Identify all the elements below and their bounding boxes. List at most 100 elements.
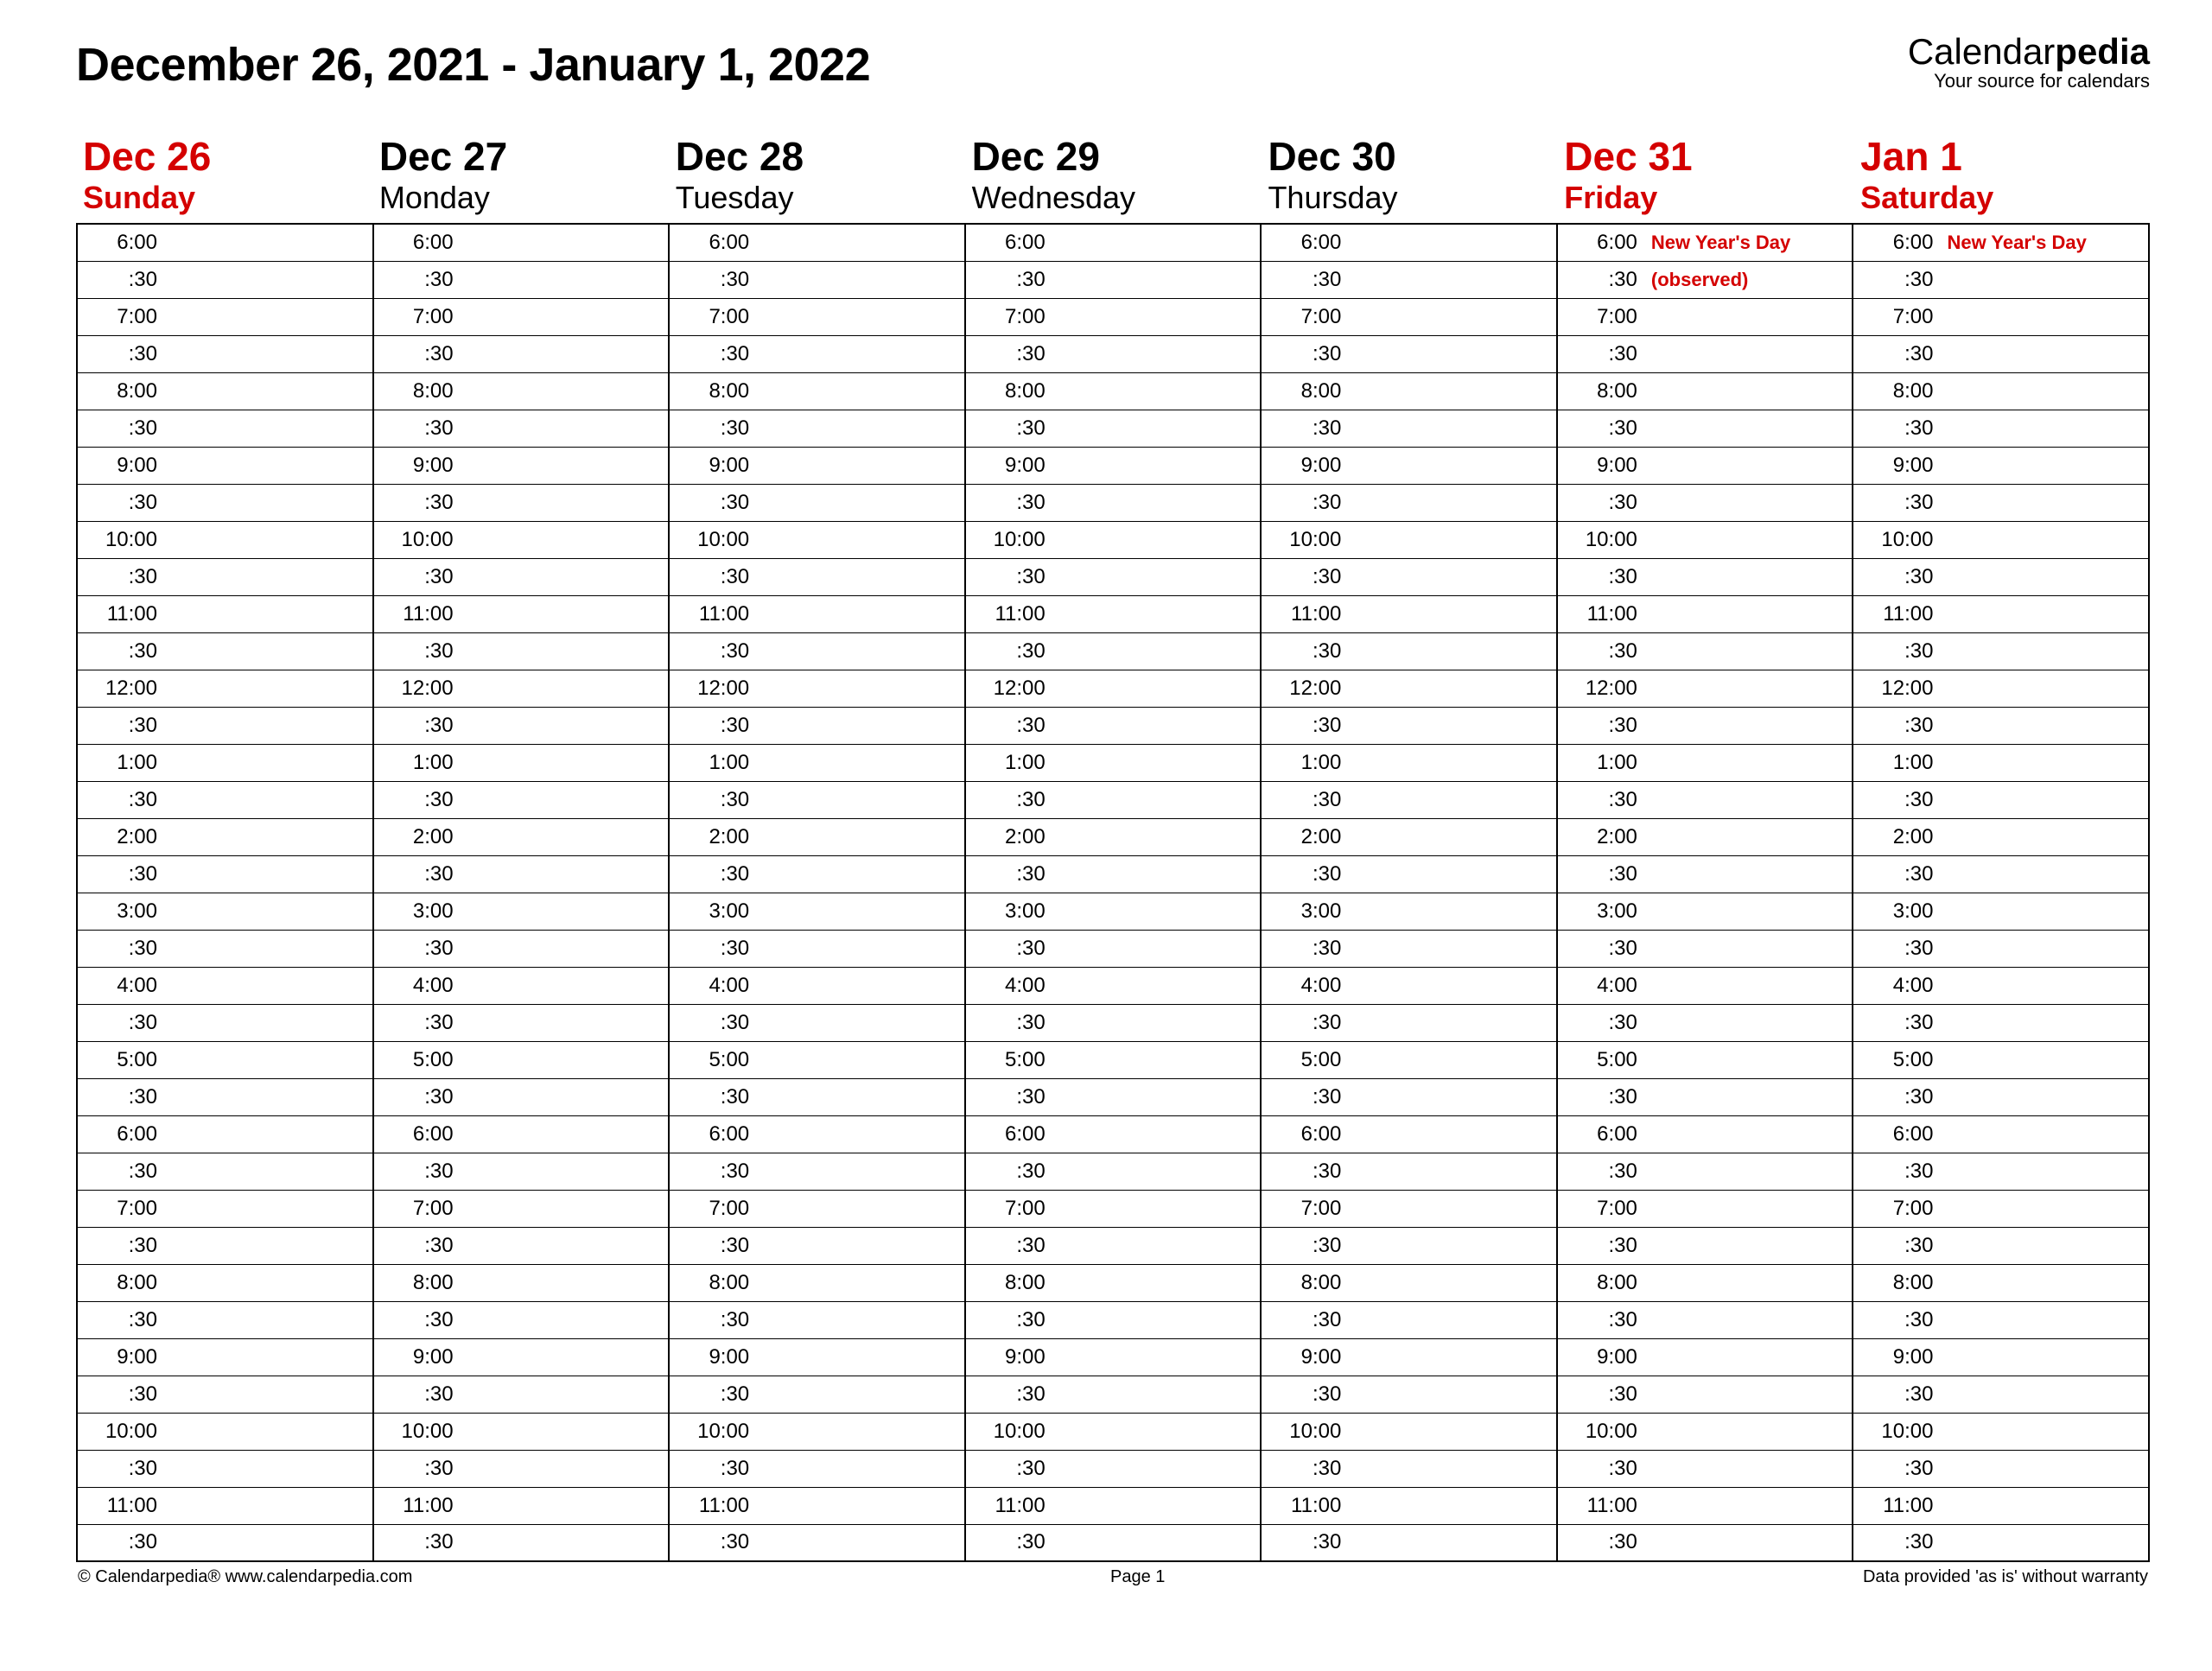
time-slot[interactable]: :30 (374, 1005, 669, 1042)
time-slot[interactable]: 9:00 (1558, 448, 1853, 485)
time-slot[interactable]: 11:00 (966, 1488, 1261, 1525)
time-slot[interactable]: 10:00 (78, 1414, 372, 1451)
time-slot[interactable]: :30 (670, 931, 964, 968)
time-slot[interactable]: :30 (1558, 410, 1853, 448)
time-slot[interactable]: 6:00 (1262, 1116, 1556, 1153)
time-slot[interactable]: :30 (1262, 410, 1556, 448)
time-slot[interactable]: :30 (966, 485, 1261, 522)
time-slot[interactable]: 7:00 (1558, 1191, 1853, 1228)
time-slot[interactable]: :30 (1558, 931, 1853, 968)
time-slot[interactable]: 7:00 (1853, 299, 2148, 336)
time-slot[interactable]: :30 (966, 1302, 1261, 1339)
time-slot[interactable]: 11:00 (966, 596, 1261, 633)
time-slot[interactable]: :30 (966, 633, 1261, 670)
time-slot[interactable]: 11:00 (1558, 596, 1853, 633)
time-slot[interactable]: :30 (1558, 1525, 1853, 1562)
time-slot[interactable]: :30 (1853, 782, 2148, 819)
time-slot[interactable]: 7:00 (1853, 1191, 2148, 1228)
time-slot[interactable]: :30 (1262, 1005, 1556, 1042)
time-slot[interactable]: 1:00 (1853, 745, 2148, 782)
time-slot[interactable]: :30 (1853, 1525, 2148, 1562)
time-slot[interactable]: :30 (1558, 559, 1853, 596)
time-slot[interactable]: 5:00 (1558, 1042, 1853, 1079)
time-slot[interactable]: :30 (1262, 1451, 1556, 1488)
time-slot[interactable]: 7:00 (670, 1191, 964, 1228)
time-slot[interactable]: 1:00 (670, 745, 964, 782)
time-slot[interactable]: 2:00 (78, 819, 372, 856)
time-slot[interactable]: 7:00 (374, 299, 669, 336)
time-slot[interactable]: 4:00 (1262, 968, 1556, 1005)
time-slot[interactable]: :30 (1262, 1525, 1556, 1562)
time-slot[interactable]: :30 (374, 1451, 669, 1488)
time-slot[interactable]: 7:00 (78, 1191, 372, 1228)
time-slot[interactable]: :30 (1558, 856, 1853, 893)
time-slot[interactable]: :30 (1853, 1451, 2148, 1488)
time-slot[interactable]: :30 (78, 856, 372, 893)
time-slot[interactable]: :30 (78, 1005, 372, 1042)
time-slot[interactable]: 3:00 (1262, 893, 1556, 931)
time-slot[interactable]: :30(observed) (1558, 262, 1853, 299)
time-slot[interactable]: :30 (1558, 1228, 1853, 1265)
time-slot[interactable]: 9:00 (374, 1339, 669, 1376)
time-slot[interactable]: :30 (1853, 931, 2148, 968)
time-slot[interactable]: :30 (374, 559, 669, 596)
time-slot[interactable]: :30 (1853, 262, 2148, 299)
time-slot[interactable]: 10:00 (670, 1414, 964, 1451)
time-slot[interactable]: :30 (78, 1451, 372, 1488)
time-slot[interactable]: 9:00 (1262, 1339, 1556, 1376)
time-slot[interactable]: :30 (670, 262, 964, 299)
time-slot[interactable]: 12:00 (1853, 670, 2148, 708)
time-slot[interactable]: 4:00 (1558, 968, 1853, 1005)
time-slot[interactable]: :30 (78, 1153, 372, 1191)
time-slot[interactable]: :30 (1853, 708, 2148, 745)
time-slot[interactable]: :30 (966, 1451, 1261, 1488)
time-slot[interactable]: 10:00 (1558, 522, 1853, 559)
time-slot[interactable]: 3:00 (78, 893, 372, 931)
time-slot[interactable]: :30 (1558, 1079, 1853, 1116)
time-slot[interactable]: 7:00 (374, 1191, 669, 1228)
time-slot[interactable]: :30 (78, 262, 372, 299)
time-slot[interactable]: 11:00 (1853, 1488, 2148, 1525)
time-slot[interactable]: :30 (1853, 1079, 2148, 1116)
time-slot[interactable]: :30 (78, 708, 372, 745)
time-slot[interactable]: 1:00 (374, 745, 669, 782)
time-slot[interactable]: 9:00 (966, 448, 1261, 485)
time-slot[interactable]: :30 (1262, 931, 1556, 968)
time-slot[interactable]: :30 (374, 262, 669, 299)
time-slot[interactable]: 10:00 (966, 522, 1261, 559)
time-slot[interactable]: :30 (374, 1153, 669, 1191)
time-slot[interactable]: 7:00 (78, 299, 372, 336)
time-slot[interactable]: 5:00 (1262, 1042, 1556, 1079)
time-slot[interactable]: :30 (1262, 633, 1556, 670)
time-slot[interactable]: 7:00 (1262, 299, 1556, 336)
time-slot[interactable]: 12:00 (1262, 670, 1556, 708)
time-slot[interactable]: 10:00 (966, 1414, 1261, 1451)
time-slot[interactable]: 6:00 (78, 1116, 372, 1153)
time-slot[interactable]: :30 (966, 1228, 1261, 1265)
time-slot[interactable]: :30 (374, 1302, 669, 1339)
time-slot[interactable]: :30 (1853, 485, 2148, 522)
time-slot[interactable]: 6:00 (670, 1116, 964, 1153)
time-slot[interactable]: :30 (1262, 485, 1556, 522)
time-slot[interactable]: 12:00 (670, 670, 964, 708)
time-slot[interactable]: :30 (670, 1005, 964, 1042)
time-slot[interactable]: 5:00 (1853, 1042, 2148, 1079)
time-slot[interactable]: :30 (1262, 1302, 1556, 1339)
time-slot[interactable]: 4:00 (966, 968, 1261, 1005)
time-slot[interactable]: :30 (670, 633, 964, 670)
time-slot[interactable]: :30 (1853, 1153, 2148, 1191)
time-slot[interactable]: :30 (670, 1525, 964, 1562)
time-slot[interactable]: :30 (78, 485, 372, 522)
time-slot[interactable]: :30 (670, 856, 964, 893)
time-slot[interactable]: :30 (78, 633, 372, 670)
time-slot[interactable]: :30 (374, 1079, 669, 1116)
time-slot[interactable]: :30 (966, 336, 1261, 373)
time-slot[interactable]: :30 (966, 262, 1261, 299)
time-slot[interactable]: :30 (1853, 1228, 2148, 1265)
time-slot[interactable]: 5:00 (374, 1042, 669, 1079)
time-slot[interactable]: 8:00 (78, 373, 372, 410)
time-slot[interactable]: :30 (1853, 1005, 2148, 1042)
time-slot[interactable]: 1:00 (1558, 745, 1853, 782)
time-slot[interactable]: :30 (374, 336, 669, 373)
time-slot[interactable]: 8:00 (966, 1265, 1261, 1302)
